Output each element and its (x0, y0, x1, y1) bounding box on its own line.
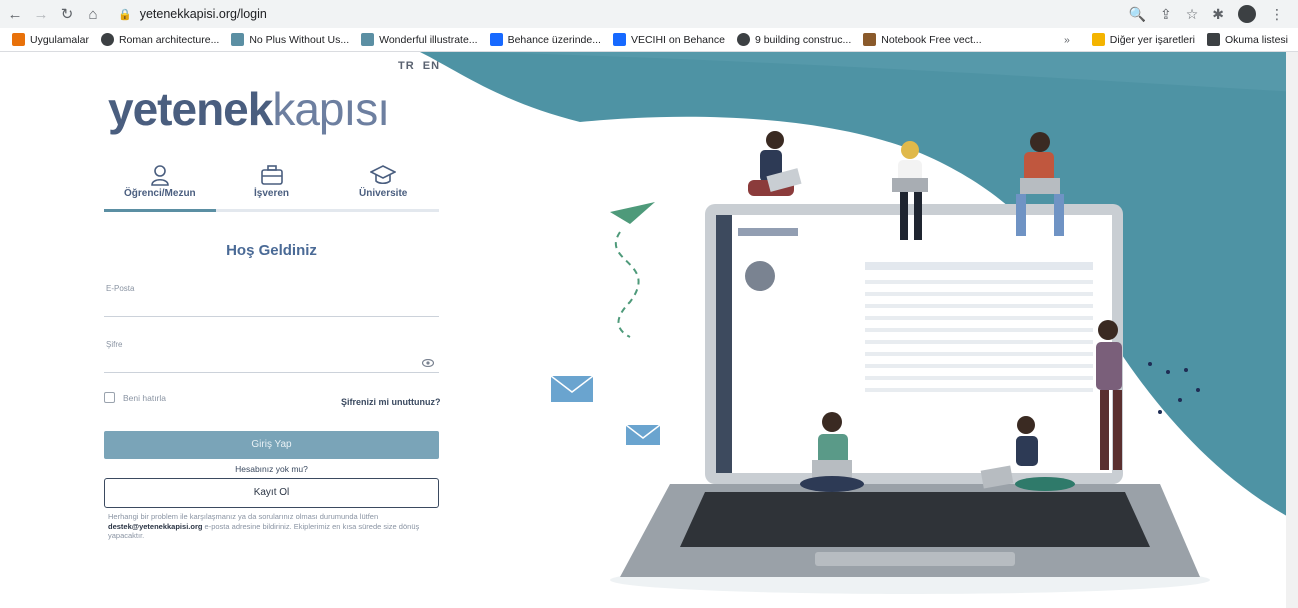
apps-grid-icon (12, 33, 25, 46)
eye-icon[interactable] (421, 358, 435, 370)
welcome-heading: Hoş Geldiniz (226, 242, 317, 259)
more-bookmarks-icon[interactable]: » (1064, 34, 1070, 46)
lang-tr[interactable]: TR (398, 60, 415, 72)
register-button[interactable]: Kayıt Ol (104, 478, 439, 508)
browser-address-bar: ← → ↻ ⌂ 🔒 yetenekkapisi.org/login 🔍 ⇪ ☆ … (0, 0, 1298, 28)
behance-icon (489, 33, 503, 46)
tab-label: İşveren (253, 188, 290, 199)
tab-student[interactable]: Öğrenci/Mezun (104, 162, 216, 212)
bookmark-label: Wonderful illustrate... (379, 33, 478, 46)
site-logo[interactable]: yetenekkapısı (108, 82, 390, 136)
remember-me[interactable]: Beni hatırla (104, 392, 166, 403)
lang-en[interactable]: EN (423, 60, 440, 72)
email-field[interactable] (104, 295, 416, 315)
url-text: yetenekkapisi.org/login (139, 7, 267, 21)
hero-illustration (420, 52, 1298, 594)
bookmark-item[interactable]: No Plus Without Us... (231, 33, 349, 46)
globe-icon (100, 33, 114, 46)
tab-indicator (104, 209, 439, 212)
tab-label: Öğrenci/Mezun (123, 188, 196, 199)
folder-icon (1091, 33, 1105, 46)
back-icon[interactable]: ← (4, 3, 26, 25)
star-icon[interactable]: ☆ (1186, 6, 1199, 23)
graduation-cap-icon (327, 162, 439, 188)
support-note: Herhangi bir problem ile karşılaşmanız y… (108, 512, 443, 541)
login-page: TR EN yetenekkapısı Öğrenci/Mezun İşvere… (0, 52, 1298, 608)
zoom-icon[interactable]: 🔍 (1129, 6, 1146, 23)
password-label: Şifre (106, 340, 123, 349)
login-button[interactable]: Giriş Yap (104, 431, 439, 459)
tab-employer[interactable]: İşveren (216, 162, 328, 212)
bookmark-label: Diğer yer işaretleri (1109, 33, 1195, 46)
email-underline (104, 316, 439, 317)
globe-icon (736, 33, 750, 46)
bookmark-item[interactable]: Behance üzerinde... (489, 33, 601, 46)
bookmark-apps[interactable]: Uygulamalar (12, 33, 89, 46)
site-icon (361, 33, 375, 46)
bookmark-item[interactable]: Wonderful illustrate... (361, 33, 478, 46)
bookmark-label: 9 building construc... (754, 33, 852, 46)
bookmark-item[interactable]: 9 building construc... (736, 33, 852, 46)
support-email-link[interactable]: destek@yetenekkapisi.org (108, 522, 202, 531)
user-icon (104, 162, 216, 188)
home-icon[interactable]: ⌂ (82, 3, 104, 25)
bookmark-label: No Plus Without Us... (249, 33, 350, 46)
support-note-prefix: Herhangi bir problem ile karşılaşmanız y… (108, 512, 379, 521)
forgot-password-link[interactable]: Şifrenizi mi unuttunuz? (341, 397, 441, 407)
bookmark-label: Okuma listesi (1224, 33, 1288, 46)
bookmark-item[interactable]: Notebook Free vect... (863, 33, 982, 46)
bookmark-other[interactable]: Diğer yer işaretleri (1091, 33, 1195, 46)
profile-avatar[interactable] (1238, 5, 1256, 23)
bookmark-reading-list[interactable]: Okuma listesi (1206, 33, 1288, 46)
site-icon (231, 33, 245, 46)
language-selector: TR EN (398, 60, 444, 72)
bookmark-label: Behance üzerinde... (507, 33, 601, 46)
tab-label: Üniversite (359, 188, 408, 199)
bookmark-item[interactable]: Roman architecture... (100, 33, 220, 46)
bookmark-label: VECIHI on Behance (630, 33, 725, 46)
no-account-text: Hesabınız yok mu? (235, 464, 308, 474)
bookmark-label: Roman architecture... (118, 33, 220, 46)
forward-icon[interactable]: → (30, 3, 52, 25)
email-label: E-Posta (106, 284, 135, 293)
password-field[interactable] (104, 351, 416, 371)
user-type-tabs: Öğrenci/Mezun İşveren Üniversite (104, 162, 439, 212)
page-scrollbar[interactable] (1286, 52, 1298, 608)
behance-icon (612, 33, 626, 46)
briefcase-icon (216, 162, 328, 188)
logo-text-bold: yetenek (108, 83, 273, 135)
reload-icon[interactable]: ↻ (56, 3, 78, 25)
lock-icon: 🔒 (118, 8, 132, 21)
remember-checkbox[interactable] (104, 392, 115, 403)
reading-list-icon (1206, 33, 1220, 46)
bookmarks-bar: Uygulamalar Roman architecture... No Plu… (0, 28, 1298, 52)
bookmark-label: Uygulamalar (30, 33, 89, 46)
logo-text-light: kapısı (272, 83, 390, 135)
remember-label: Beni hatırla (123, 392, 166, 403)
download-icon (863, 33, 877, 46)
extensions-icon[interactable]: ✱ (1212, 6, 1224, 23)
password-underline (104, 372, 439, 373)
bookmark-label: Notebook Free vect... (881, 33, 982, 46)
share-icon[interactable]: ⇪ (1160, 6, 1172, 23)
url-input[interactable]: 🔒 yetenekkapisi.org/login (112, 3, 1072, 25)
menu-icon[interactable]: ⋮ (1270, 6, 1284, 23)
bookmark-item[interactable]: VECIHI on Behance (612, 33, 725, 46)
tab-university[interactable]: Üniversite (327, 162, 439, 212)
